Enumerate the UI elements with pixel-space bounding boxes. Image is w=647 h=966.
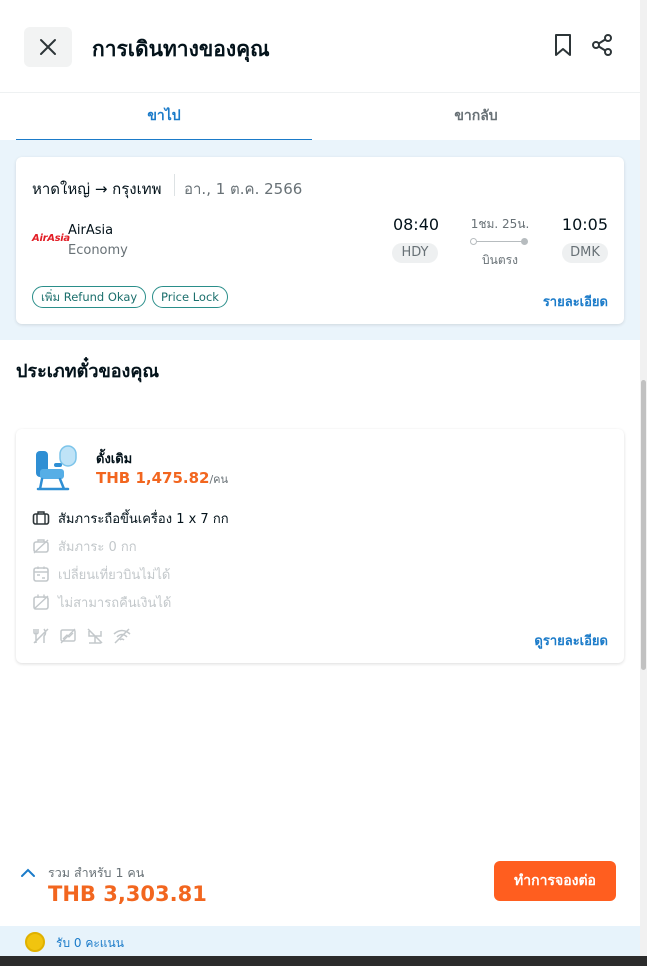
ticket-card[interactable]: ดั้งเดิม THB 1,475.82/คน สัมภาระถือขึ้นเ… xyxy=(16,429,624,663)
bookmark-button[interactable] xyxy=(552,33,576,59)
route: หาดใหญ่ → กรุงเทพ xyxy=(32,180,162,198)
chevron-up-icon[interactable] xyxy=(20,868,36,878)
flight-details-link[interactable]: รายละเอียด xyxy=(543,291,608,312)
arrival-airport-code: DMK xyxy=(562,243,608,263)
amenities-row xyxy=(32,627,131,645)
entertainment-off-icon xyxy=(59,627,77,645)
flight-card: หาดใหญ่ → กรุงเทพ อา., 1 ต.ค. 2566 AirAs… xyxy=(16,157,624,324)
cabin-bag-icon xyxy=(32,511,50,525)
departure-time: 08:40 xyxy=(392,215,440,234)
tab-outbound[interactable]: ขาไป xyxy=(16,93,312,141)
fare-name: ดั้งเดิม xyxy=(96,452,133,467)
close-button[interactable] xyxy=(24,27,72,67)
seat-icon xyxy=(36,445,77,491)
fare-details-link[interactable]: ดูรายละเอียด xyxy=(534,630,608,651)
continue-booking-button[interactable]: ทำการจองต่อ xyxy=(494,861,616,901)
duration-line xyxy=(474,241,526,242)
airline-logo: AirAsia xyxy=(32,233,70,244)
cabin-class: Economy xyxy=(68,243,128,258)
duration-end-dot xyxy=(521,238,528,245)
feature-text: สัมภาระ 0 กก xyxy=(58,539,137,555)
total-label: รวม สำหรับ 1 คน xyxy=(48,865,145,880)
stops-label: บินตรง xyxy=(482,253,518,267)
wifi-off-icon xyxy=(113,627,131,645)
points-bar: รับ 0 คะแนน xyxy=(0,926,640,956)
close-icon xyxy=(40,39,56,55)
page-title: การเดินทางของคุณ xyxy=(92,37,270,61)
fare-price-value: THB 1,475.82 xyxy=(96,469,210,487)
feature-text: ไม่สามารถคืนเงินได้ xyxy=(58,595,172,611)
arrival-time: 10:05 xyxy=(561,215,608,234)
departure-airport-code: HDY xyxy=(392,243,438,263)
feature-text: สัมภาระถือขึ้นเครื่อง 1 x 7 กก xyxy=(58,511,229,527)
fare-price: THB 1,475.82/คน xyxy=(96,469,228,488)
price-footer: รวม สำหรับ 1 คน THB 3,303.81 ทำการจองต่อ xyxy=(0,846,640,926)
flight-section: หาดใหญ่ → กรุงเทพ อา., 1 ต.ค. 2566 AirAs… xyxy=(0,140,640,340)
airline-name: AirAsia xyxy=(68,223,114,238)
bookmark-icon xyxy=(555,34,571,56)
power-off-icon xyxy=(86,627,104,645)
ticket-type-title: ประเภทตั๋วของคุณ xyxy=(16,361,160,382)
feature-refund: ไม่สามารถคืนเงินได้ xyxy=(32,592,171,612)
direction-tabs: ขาไป ขากลับ xyxy=(0,92,640,141)
meal-off-icon xyxy=(32,627,50,645)
fare-price-unit: /คน xyxy=(209,473,229,486)
duration-start-dot xyxy=(470,238,477,245)
tab-return[interactable]: ขากลับ xyxy=(328,93,624,141)
refund-off-icon xyxy=(33,594,49,610)
refund-okay-chip[interactable]: เพิ่ม Refund Okay xyxy=(32,286,147,308)
checked-bag-off-icon xyxy=(33,539,49,554)
points-icon xyxy=(25,932,45,952)
divider xyxy=(174,174,175,196)
feature-reschedule: เปลี่ยนเที่ยวบินไม่ได้ xyxy=(32,564,170,584)
flight-duration: 1ชม. 25น. xyxy=(470,217,530,231)
feature-cabin-bag: สัมภาระถือขึ้นเครื่อง 1 x 7 กก xyxy=(32,508,229,528)
flight-date: อา., 1 ต.ค. 2566 xyxy=(184,180,303,198)
feature-checked-bag: สัมภาระ 0 กก xyxy=(32,536,137,556)
price-lock-chip[interactable]: Price Lock xyxy=(152,286,228,308)
trip-panel: การเดินทางของคุณ ขาไป ขากลับ หาดใหญ่ → ก… xyxy=(0,0,640,966)
header: การเดินทางของคุณ xyxy=(0,3,640,91)
scrollbar-thumb[interactable] xyxy=(641,380,646,670)
reschedule-off-icon xyxy=(33,566,49,582)
total-amount: THB 3,303.81 xyxy=(48,882,207,906)
bottom-strip xyxy=(0,956,647,966)
share-button[interactable] xyxy=(590,33,614,59)
share-icon xyxy=(592,34,612,56)
feature-text: เปลี่ยนเที่ยวบินไม่ได้ xyxy=(58,567,171,583)
points-text: รับ 0 คะแนน xyxy=(56,936,124,950)
